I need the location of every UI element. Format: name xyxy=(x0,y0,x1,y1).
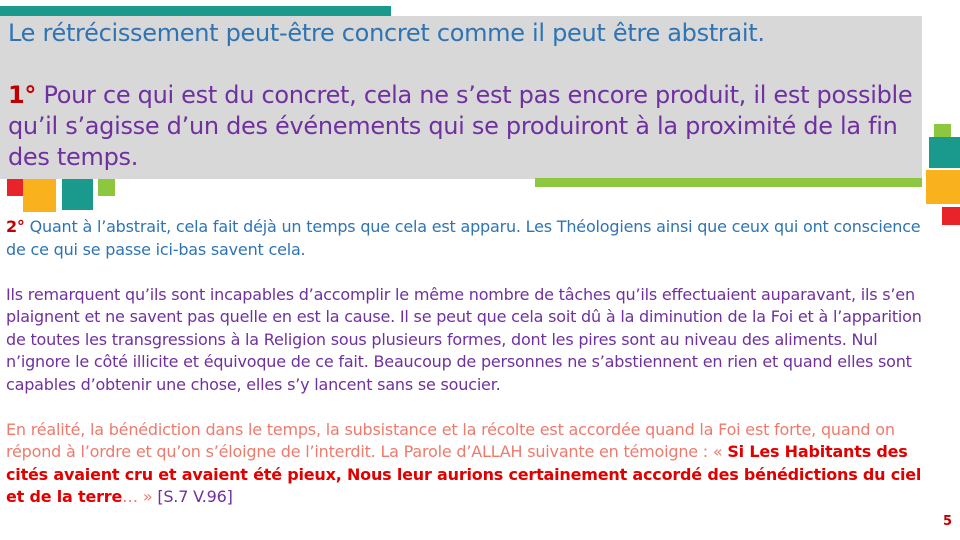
paragraph-3: Ils remarquent qu’ils sont incapables d’… xyxy=(6,284,922,394)
deco-square-orange xyxy=(23,179,56,212)
slide-subtitle: Le rétrécissement peut-être concret comm… xyxy=(8,19,765,47)
deco-square-orange-right xyxy=(926,170,960,204)
paragraph-4: En réalité, la bénédiction dans le temps… xyxy=(6,419,936,509)
point-1-number: 1° xyxy=(8,81,37,109)
point-1-text: Pour ce qui est du concret, cela ne s’es… xyxy=(8,81,913,171)
top-accent-bar xyxy=(0,6,391,16)
header-text-block: Le rétrécissement peut-être concret comm… xyxy=(8,18,913,173)
deco-square-teal xyxy=(62,179,93,210)
quote-reference: [S.7 V.96] xyxy=(157,487,233,506)
deco-square-red xyxy=(7,179,24,196)
point-2: 2° Quant à l’abstrait, cela fait déjà un… xyxy=(6,216,936,261)
point-2-text: Quant à l’abstrait, cela fait déjà un te… xyxy=(6,217,921,259)
deco-square-green xyxy=(98,179,115,196)
deco-square-red-right xyxy=(942,207,960,225)
page-number: 5 xyxy=(942,514,952,529)
quote-close: … » xyxy=(122,487,158,506)
point-2-number: 2° xyxy=(6,217,25,236)
body-text-block: 2° Quant à l’abstrait, cela fait déjà un… xyxy=(6,216,936,509)
point-1: 1° Pour ce qui est du concret, cela ne s… xyxy=(8,80,913,173)
green-accent-bar xyxy=(535,178,922,187)
deco-square-teal-right xyxy=(929,137,960,168)
